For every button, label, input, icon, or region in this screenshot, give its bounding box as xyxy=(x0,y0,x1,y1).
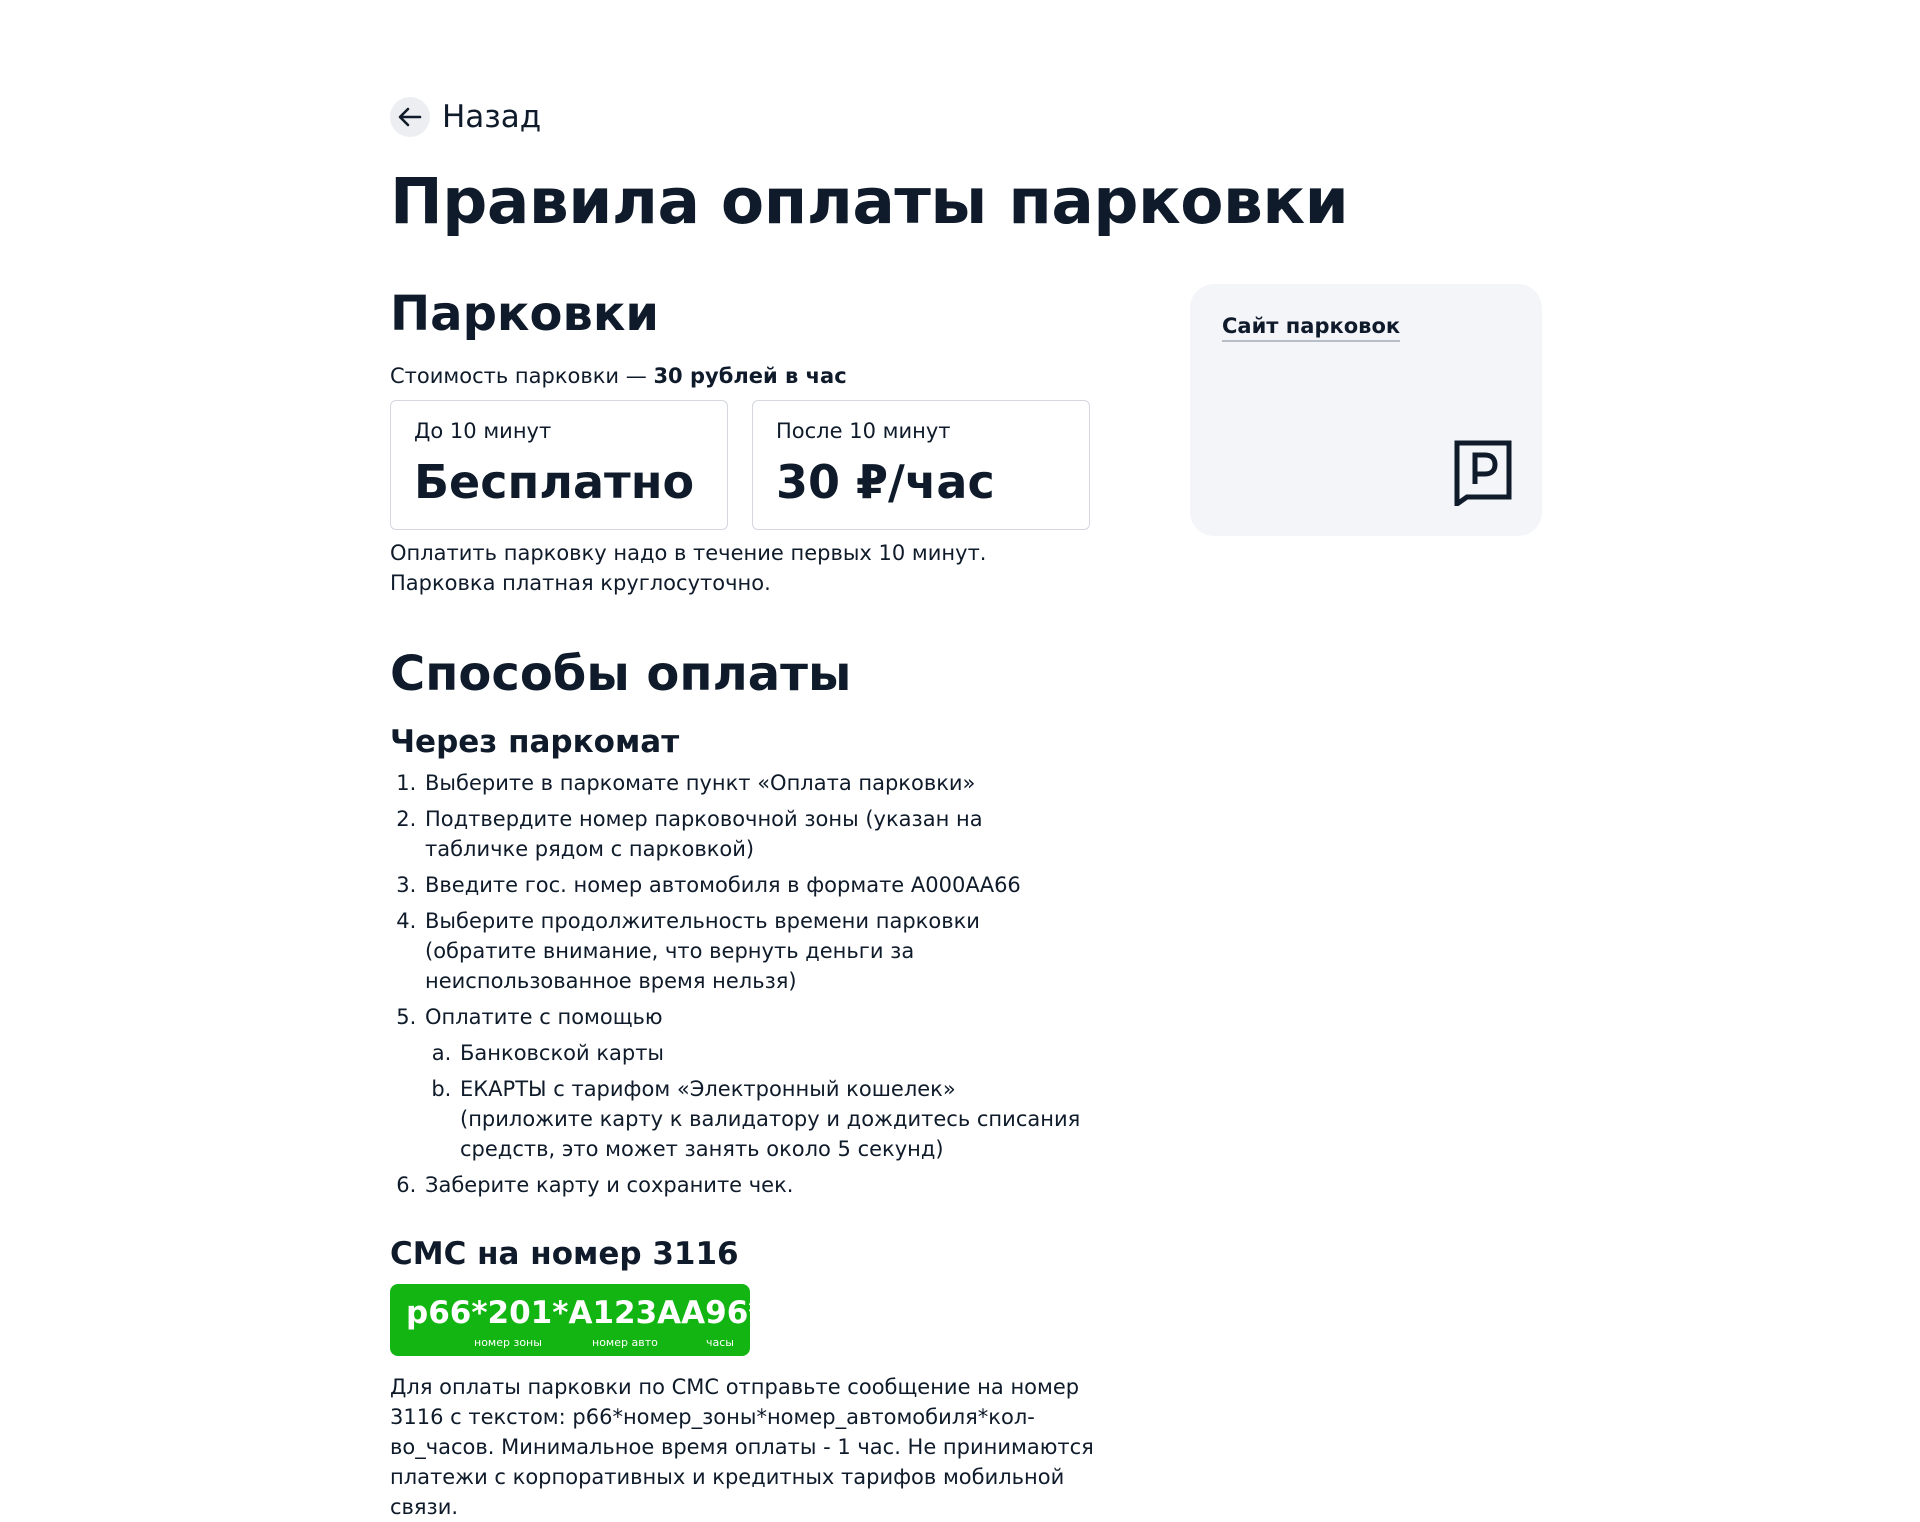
substep-item: ЕКАРТЫ с тарифом «Электронный кошелек» (… xyxy=(458,1074,1083,1164)
page-container: Назад Правила оплаты парковки Парковки С… xyxy=(390,96,1542,1522)
price-line: Стоимость парковки — 30 рублей в час xyxy=(390,362,1110,390)
arrow-left-icon xyxy=(398,107,422,127)
price-cards: До 10 минут Бесплатно После 10 минут 30 … xyxy=(390,400,1110,530)
content-columns: Парковки Стоимость парковки — 30 рублей … xyxy=(390,284,1542,1522)
price-card-value: Бесплатно xyxy=(414,455,695,509)
step-text: Оплатите с помощью xyxy=(425,1005,663,1029)
sms-code: р66*201*А123АА96* 3 xyxy=(406,1295,797,1331)
price-prefix: Стоимость парковки — xyxy=(390,364,654,388)
parking-sign-icon xyxy=(1454,440,1512,506)
step-item: Заберите карту и сохраните чек. xyxy=(423,1170,1083,1200)
price-card-free: До 10 минут Бесплатно xyxy=(390,400,728,530)
price-value: 30 рублей в час xyxy=(653,364,847,388)
price-card-paid: После 10 минут 30 ₽/час xyxy=(752,400,1090,530)
payment-heading: Способы оплаты xyxy=(390,646,852,702)
step-item: Выберите в паркомате пункт «Оплата парко… xyxy=(423,768,1083,798)
back-button-circle[interactable] xyxy=(390,97,430,137)
substep-item: Банковской карты xyxy=(458,1038,1083,1068)
sms-caption-car: номер авто xyxy=(592,1336,658,1349)
step-item: Подтвердите номер парковочной зоны (указ… xyxy=(423,804,1083,864)
parking-note: Оплатить парковку надо в течение первых … xyxy=(390,541,987,595)
parking-section: Парковки Стоимость парковки — 30 рублей … xyxy=(390,284,1110,598)
price-card-value: 30 ₽/час xyxy=(776,455,995,509)
machine-heading: Через паркомат xyxy=(390,724,680,760)
machine-steps: Выберите в паркомате пункт «Оплата парко… xyxy=(390,768,1083,1200)
price-card-label: До 10 минут xyxy=(414,419,552,443)
parking-site-card[interactable]: Сайт парковок xyxy=(1190,284,1542,536)
sms-caption-hours: часы xyxy=(706,1336,734,1349)
parking-site-link[interactable]: Сайт парковок xyxy=(1222,314,1401,342)
parking-heading: Парковки xyxy=(390,286,660,342)
step-item-pay: Оплатите с помощью Банковской карты ЕКАР… xyxy=(423,1002,1083,1164)
sms-caption-zone: номер зоны xyxy=(474,1336,542,1349)
sms-code-banner: р66*201*А123АА96* 3 номер зоны номер авт… xyxy=(390,1284,797,1356)
main-column: Парковки Стоимость парковки — 30 рублей … xyxy=(390,284,1110,1522)
payment-section: Способы оплаты Через паркомат Выберите в… xyxy=(390,644,1110,1522)
sms-description: Для оплаты парковки по СМС отправьте соо… xyxy=(390,1375,1094,1519)
pay-methods: Банковской карты ЕКАРТЫ с тарифом «Элект… xyxy=(425,1038,1083,1164)
step-item: Введите гос. номер автомобиля в формате … xyxy=(423,870,1083,900)
back-label[interactable]: Назад xyxy=(442,99,541,135)
page-title: Правила оплаты парковки xyxy=(390,165,1349,238)
sms-heading: СМС на номер 3116 xyxy=(390,1236,739,1272)
price-card-label: После 10 минут xyxy=(776,419,951,443)
back-link[interactable]: Назад xyxy=(390,96,1540,138)
step-item: Выберите продолжительность времени парко… xyxy=(423,906,1083,996)
